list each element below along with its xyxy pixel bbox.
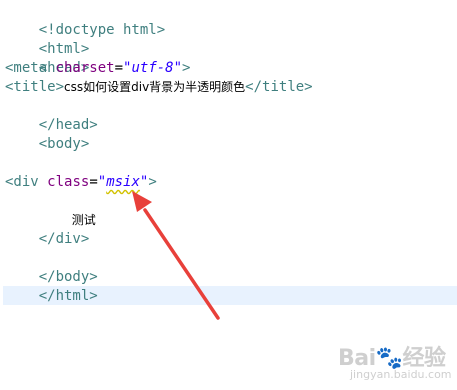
code-editor[interactable]: <!doctype html> <html> <head> <meta char… bbox=[0, 0, 457, 390]
red-arrow-annotation bbox=[132, 191, 220, 320]
baidu-jingyan-watermark: Bai🐾经验 jingyan.baidu.com bbox=[338, 340, 452, 381]
arrow-head bbox=[132, 191, 152, 212]
watermark-url: jingyan.baidu.com bbox=[350, 368, 452, 381]
arrow-shaft bbox=[143, 208, 220, 320]
